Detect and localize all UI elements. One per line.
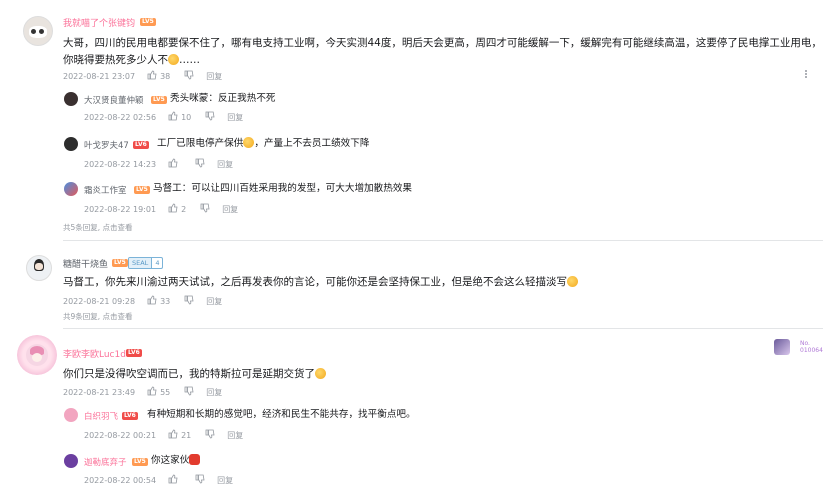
thumb-down-icon[interactable] <box>195 158 205 170</box>
reply-button[interactable]: 回复 <box>206 296 222 307</box>
level-badge: LV5 <box>151 96 167 104</box>
emoji-icon <box>315 368 326 379</box>
reply-button[interactable]: 回复 <box>227 430 243 441</box>
thumb-down-icon[interactable] <box>184 386 194 398</box>
level-badge: LV5 <box>134 186 150 194</box>
reply-text: 你这家伙 <box>151 454 201 468</box>
like-count: 38 <box>160 71 171 81</box>
username[interactable]: 白织羽飞 <box>84 410 118 422</box>
thumb-up-icon[interactable] <box>168 429 178 441</box>
level-badge: LV5 <box>140 18 156 26</box>
avatar[interactable] <box>26 344 48 366</box>
thumb-down-icon[interactable] <box>205 429 215 441</box>
reply-button[interactable]: 回复 <box>222 204 238 215</box>
avatar[interactable] <box>64 182 78 196</box>
comment-meta: 2022-08-21 09:28 33 回复 <box>63 295 223 307</box>
level-badge: LV6 <box>126 349 142 357</box>
view-more-replies[interactable]: 共9条回复, 点击查看 <box>63 311 133 322</box>
level-badge: LV5 <box>112 259 128 267</box>
like-count: 33 <box>160 296 171 306</box>
avatar[interactable] <box>64 408 78 422</box>
avatar[interactable] <box>23 16 53 46</box>
thumb-up-icon[interactable] <box>147 386 157 398</box>
like-count: 55 <box>160 387 171 397</box>
reply-meta: 2022-08-22 00:54 回复 <box>84 474 234 486</box>
emoji-icon <box>168 54 179 65</box>
reply-meta: 2022-08-22 00:21 21 回复 <box>84 429 244 441</box>
reply-text: 有种短期和长期的感觉吧，经济和民生不能共存，找平衡点吧。 <box>147 409 416 420</box>
level-badge: LV6 <box>133 141 149 149</box>
reply-button[interactable]: 回复 <box>206 387 222 398</box>
reply-button[interactable]: 回复 <box>217 475 233 486</box>
comment-meta: 2022-08-21 23:49 55 回复 <box>63 386 223 398</box>
avatar[interactable] <box>64 454 78 468</box>
reply-button[interactable]: 回复 <box>206 71 222 82</box>
reply-button[interactable]: 回复 <box>217 159 233 170</box>
emoji-icon <box>243 137 255 148</box>
comment-text: 大哥，四川的民用电都要保不住了，哪有电支持工业啊，今天实测44度，明后天会更高，… <box>63 37 822 66</box>
avatar[interactable] <box>26 255 52 281</box>
thumb-down-icon[interactable] <box>195 474 205 486</box>
level-badge: LV6 <box>122 412 138 420</box>
seal-badge: SEAL 4 <box>128 257 164 269</box>
reply-meta: 2022-08-22 14:23 回复 <box>84 158 234 170</box>
comment-meta: 2022-08-21 23:07 38 回复 <box>63 70 223 82</box>
thumb-down-icon[interactable] <box>200 203 210 215</box>
thumb-up-icon[interactable] <box>168 111 178 123</box>
thumb-down-icon[interactable] <box>184 70 194 82</box>
thumb-up-icon[interactable] <box>147 295 157 307</box>
divider <box>63 328 823 329</box>
comment-text: 你们只是没得吹空调而已，我的特斯拉可是延期交货了 <box>63 366 823 383</box>
reply-meta: 2022-08-22 19:01 2 回复 <box>84 203 239 215</box>
thumb-up-icon[interactable] <box>168 158 178 170</box>
reply-meta: 2022-08-22 02:56 10 回复 <box>84 111 244 123</box>
emoji-icon <box>189 454 201 465</box>
thumb-up-icon[interactable] <box>147 70 157 82</box>
reply-text: 工厂已限电停产保供 ，产量上不去员工绩效下降 <box>157 137 370 149</box>
reply-button[interactable]: 回复 <box>227 112 243 123</box>
username[interactable]: 叶戈罗夫47 <box>84 139 129 151</box>
emoji-icon <box>567 276 578 287</box>
username[interactable]: 迦勒底弃子 <box>84 456 127 468</box>
avatar[interactable] <box>64 92 78 106</box>
thumb-up-icon[interactable] <box>168 474 178 486</box>
avatar-frame <box>17 335 57 375</box>
username[interactable]: 霜炎工作室 <box>84 184 127 196</box>
more-vertical-icon[interactable] <box>804 70 808 80</box>
avatar[interactable] <box>64 137 78 151</box>
username[interactable]: 大汉贤良董仲颖 <box>84 94 144 106</box>
view-more-replies[interactable]: 共5条回复, 点击查看 <box>63 222 133 233</box>
fan-card[interactable]: No. 010064 <box>774 339 829 357</box>
username[interactable]: 糖醋干烧鱼 <box>63 257 108 270</box>
thumb-down-icon[interactable] <box>205 111 215 123</box>
like-count: 21 <box>181 430 192 440</box>
username[interactable]: 我就喵了个张键钧 <box>63 16 135 29</box>
like-count: 10 <box>181 112 192 122</box>
thumb-up-icon[interactable] <box>168 203 178 215</box>
like-count: 2 <box>181 204 187 214</box>
reply-text: 马督工：可以让四川百姓采用我的发型，可大大增加散热效果 <box>153 183 413 194</box>
thumb-down-icon[interactable] <box>184 295 194 307</box>
divider <box>63 240 823 241</box>
reply-text: 秃头咪蒙：反正我热不死 <box>170 93 276 104</box>
comment-text: 马督工，你先来川渝过两天试试，之后再发表你的言论，可能你还是会坚持保工业，但是绝… <box>63 274 823 291</box>
fan-card-image <box>774 339 790 355</box>
level-badge: LV5 <box>132 458 148 466</box>
username[interactable]: 李欧李欧Luc1d <box>63 347 126 360</box>
